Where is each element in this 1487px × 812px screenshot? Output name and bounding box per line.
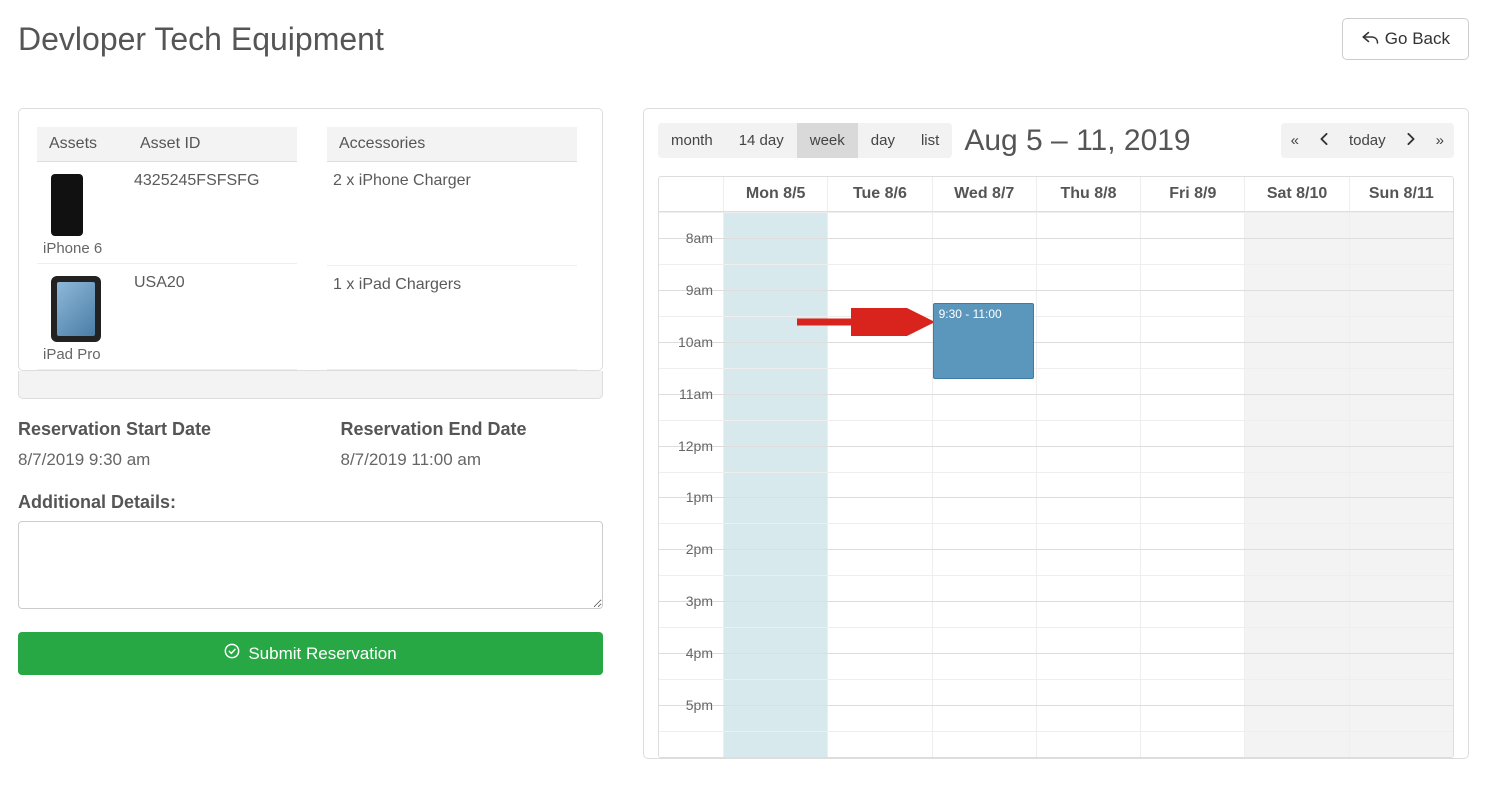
asset-id-value: 4325245FSFSFG [128,162,297,264]
calendar-time-label: 5pm [659,697,719,713]
view-month-button[interactable]: month [658,123,726,158]
calendar-event-label: 9:30 - 11:00 [939,307,1002,321]
table-row: 2 x iPhone Charger [327,162,577,266]
calendar-time-label: 3pm [659,593,719,609]
panel-footer-strip [18,371,603,399]
assets-accessories-panel: Assets Asset ID iPhone 6 4325245FSFSFG [18,108,603,371]
calendar-nav-group: « today » [1281,123,1454,158]
view-14day-button[interactable]: 14 day [726,123,797,158]
calendar-time-label: 9am [659,282,719,298]
calendar-day-header: Wed 8/7 [932,177,1036,211]
table-row: iPad Pro USA20 [37,264,297,370]
submit-reservation-button[interactable]: Submit Reservation [18,632,603,675]
phone-thumbnail-icon [51,174,83,236]
calendar-time-label: 10am [659,334,719,350]
nav-next-button[interactable] [1396,123,1426,158]
submit-reservation-label: Submit Reservation [248,644,396,664]
calendar-time-label: 8am [659,230,719,246]
calendar-day-header: Mon 8/5 [723,177,827,211]
assets-col-header: Assets [37,127,128,162]
calendar-event[interactable]: 9:30 - 11:00 [933,303,1034,379]
reservation-end-label: Reservation End Date [341,419,604,440]
tablet-thumbnail-icon [51,276,101,342]
page-title: Devloper Tech Equipment [18,21,384,58]
asset-id-col-header: Asset ID [128,127,297,162]
table-row: iPhone 6 4325245FSFSFG [37,162,297,264]
accessory-text: 2 x iPhone Charger [327,162,577,266]
chevron-double-left-icon: « [1291,132,1299,149]
calendar-time-label: 4pm [659,645,719,661]
go-back-button[interactable]: Go Back [1342,18,1469,60]
calendar-header-row: Mon 8/5 Tue 8/6 Wed 8/7 Thu 8/8 Fri 8/9 … [659,177,1453,212]
view-week-button[interactable]: week [797,123,858,158]
asset-id-value: USA20 [128,264,297,370]
asset-name: iPad Pro [43,346,116,363]
table-row: 1 x iPad Chargers [327,266,577,370]
asset-name: iPhone 6 [43,240,116,257]
calendar-view-group: month 14 day week day list [658,123,952,158]
view-day-button[interactable]: day [858,123,908,158]
reservation-start-label: Reservation Start Date [18,419,281,440]
reservation-end-value: 8/7/2019 11:00 am [341,450,604,470]
additional-details-label: Additional Details: [18,492,603,513]
chevron-right-icon [1406,132,1416,149]
accessories-table: Accessories 2 x iPhone Charger 1 x iPad … [327,127,577,370]
calendar-day-header: Fri 8/9 [1140,177,1244,211]
reservation-start-value: 8/7/2019 9:30 am [18,450,281,470]
view-list-button[interactable]: list [908,123,952,158]
calendar-day-header: Thu 8/8 [1036,177,1140,211]
calendar-panel: month 14 day week day list Aug 5 – 11, 2… [643,108,1469,759]
chevron-left-icon [1319,132,1329,149]
chevron-double-right-icon: » [1436,132,1444,149]
calendar-time-label: 1pm [659,489,719,505]
assets-table: Assets Asset ID iPhone 6 4325245FSFSFG [37,127,297,370]
calendar-time-label: 2pm [659,541,719,557]
calendar-body[interactable]: 8am 9am 10am 11am 12pm 1pm 2pm 3pm 4pm 5pm 9:30 -… [659,212,1453,757]
nav-today-button[interactable]: today [1339,123,1396,158]
reply-arrow-icon [1361,29,1379,49]
additional-details-textarea[interactable] [18,521,603,609]
calendar-gutter-header [659,177,723,211]
calendar-grid[interactable]: Mon 8/5 Tue 8/6 Wed 8/7 Thu 8/8 Fri 8/9 … [658,176,1454,758]
calendar-toolbar: month 14 day week day list Aug 5 – 11, 2… [658,123,1454,158]
calendar-day-header: Sun 8/11 [1349,177,1453,211]
check-circle-icon [224,643,240,664]
go-back-label: Go Back [1385,29,1450,49]
calendar-rows: 8am 9am 10am 11am 12pm 1pm 2pm 3pm 4pm 5pm [659,212,1453,757]
calendar-time-label: 11am [659,386,719,402]
nav-prev-button[interactable] [1309,123,1339,158]
accessory-text: 1 x iPad Chargers [327,266,577,370]
calendar-range-title: Aug 5 – 11, 2019 [964,124,1268,158]
calendar-day-header: Sat 8/10 [1244,177,1348,211]
accessories-col-header: Accessories [327,127,577,162]
nav-first-button[interactable]: « [1281,123,1309,158]
calendar-time-label: 12pm [659,438,719,454]
nav-last-button[interactable]: » [1426,123,1454,158]
calendar-day-header: Tue 8/6 [827,177,931,211]
